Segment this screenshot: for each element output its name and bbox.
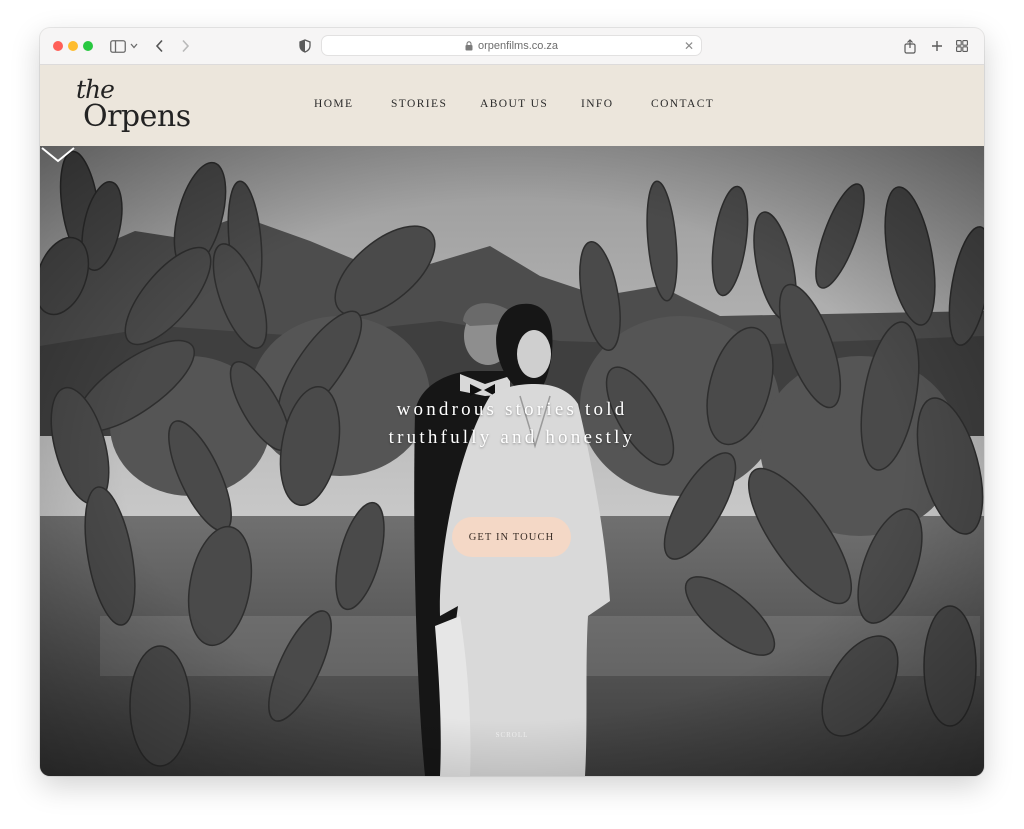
grid-icon[interactable] [954,37,970,55]
nav-about-us[interactable]: ABOUT US [480,98,548,110]
lock-icon [465,40,473,51]
nav-stories[interactable]: STORIES [391,98,447,110]
close-window-button[interactable] [53,41,63,51]
get-in-touch-button[interactable]: GET IN TOUCH [452,517,571,557]
shield-icon[interactable] [297,37,313,55]
sidebar-icon[interactable] [109,37,127,55]
browser-window: orpenfilms.co.za ✕ the Orpens HOME STORI… [40,28,984,776]
chevron-right-icon[interactable] [178,37,192,55]
chevron-down-icon[interactable] [129,37,139,55]
zoom-window-button[interactable] [83,41,93,51]
hero-section: wondrous stories told truthfully and hon… [40,146,984,776]
site-header: the Orpens HOME STORIES ABOUT US INFO CO… [40,65,984,146]
scroll-label: SCROLL [495,731,529,739]
url-text: orpenfilms.co.za [477,39,559,52]
nav-info[interactable]: INFO [581,98,613,110]
share-icon[interactable] [902,37,918,55]
address-bar[interactable]: orpenfilms.co.za ✕ [321,35,702,56]
chevron-left-icon[interactable] [152,37,166,55]
main-nav: HOME STORIES ABOUT US INFO CONTACT [40,98,984,114]
close-icon[interactable]: ✕ [684,39,694,53]
hero-tagline-line1: wondrous stories told [396,399,628,420]
minimize-window-button[interactable] [68,41,78,51]
hero-photo [40,146,984,776]
hero-tagline-line2: truthfully and honestly [388,427,636,448]
browser-toolbar: orpenfilms.co.za ✕ [40,28,984,65]
plus-icon[interactable] [929,37,945,55]
nav-contact[interactable]: CONTACT [651,98,714,110]
nav-home[interactable]: HOME [314,98,353,110]
chevron-down-icon[interactable] [40,146,76,164]
